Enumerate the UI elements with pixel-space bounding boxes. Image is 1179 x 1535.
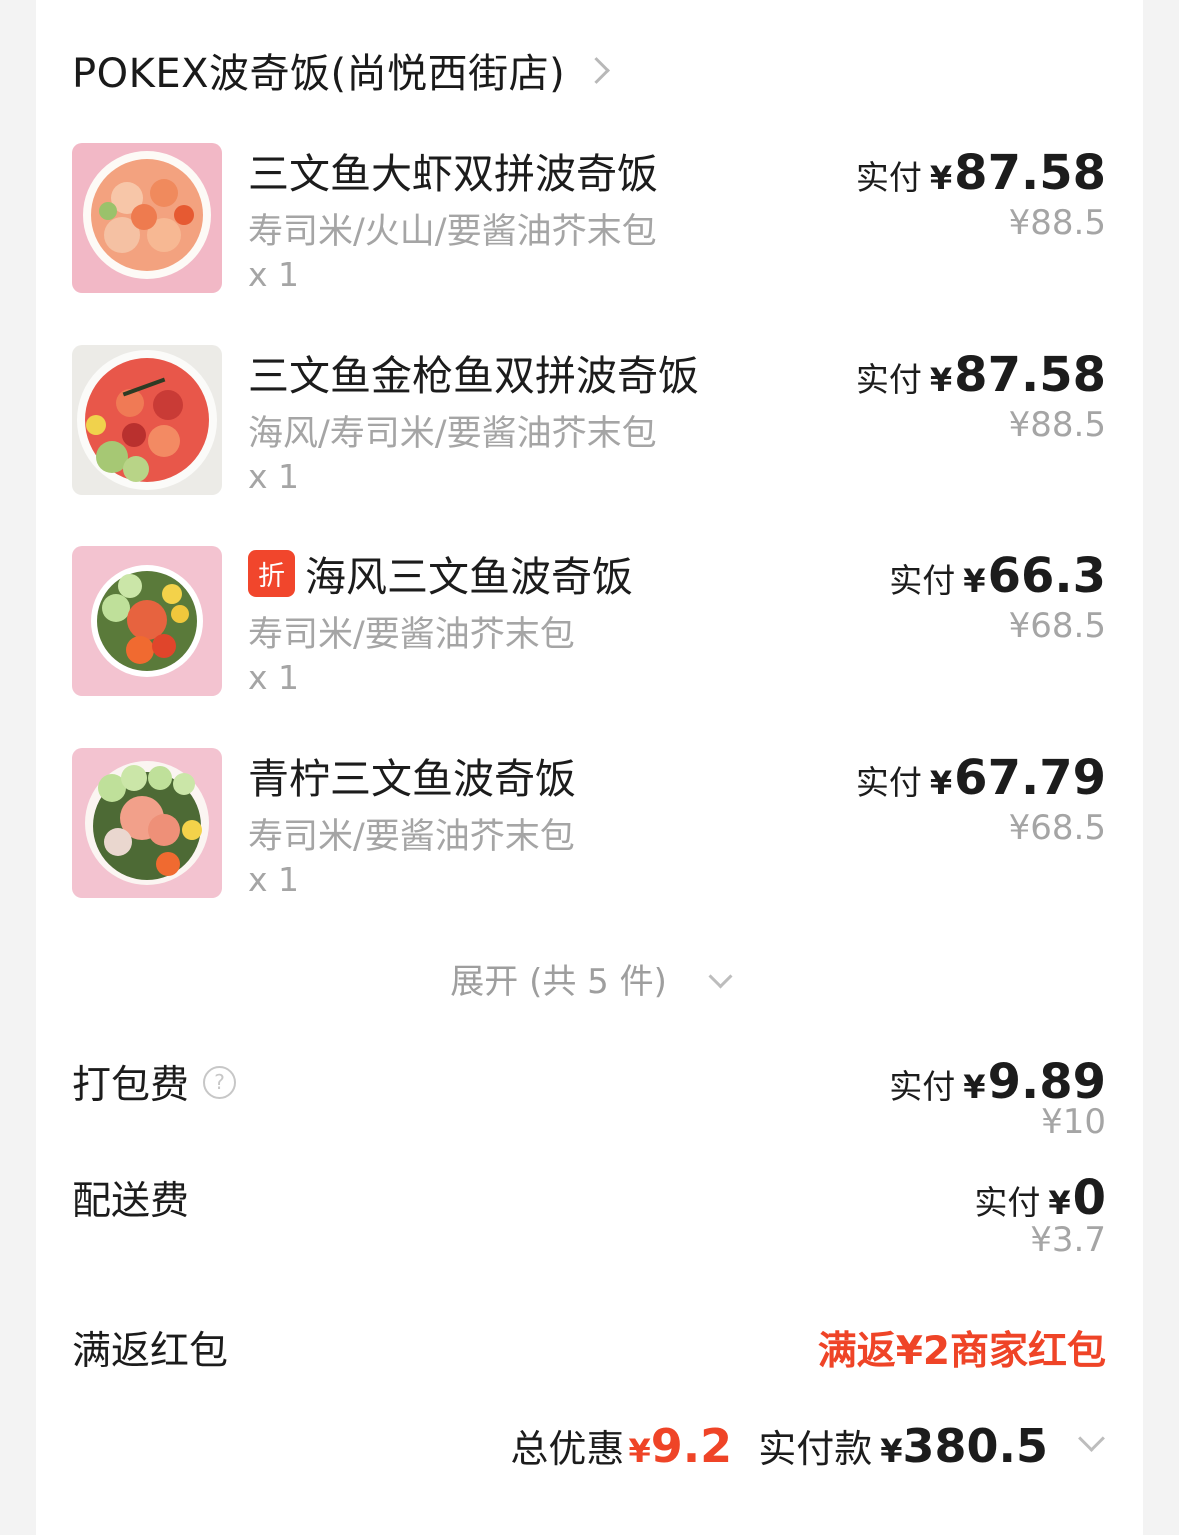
delivery-fee-label: 配送费 <box>72 1179 190 1224</box>
item-name-text: 三文鱼大虾双拼波奇饭 <box>248 150 658 198</box>
packaging-fee-label: 打包费 <box>72 1063 190 1108</box>
item-name-text: 三文鱼金枪鱼双拼波奇饭 <box>248 352 699 400</box>
item-paid: 实付 ¥ 87.58 <box>856 145 1106 201</box>
order-item[interactable]: 三文鱼大虾双拼波奇饭 寿司米/火山/要酱油芥末包 x 1 实付 ¥ 87.58 … <box>72 143 1106 295</box>
food-image <box>72 748 222 898</box>
packaging-fee-title: 打包费 ? <box>72 1054 237 1110</box>
food-image <box>72 546 222 696</box>
order-item[interactable]: 三文鱼金枪鱼双拼波奇饭 海风/寿司米/要酱油芥末包 x 1 实付 ¥ 87.58… <box>72 345 1106 497</box>
item-qty: x 1 <box>248 255 300 294</box>
food-image <box>72 345 222 495</box>
item-paid: 实付 ¥ 67.79 <box>856 750 1106 806</box>
packaging-fee-row: 打包费 ? 实付 ¥ 9.89 ¥10 <box>72 1054 1106 1144</box>
item-name-text: 青柠三文鱼波奇饭 <box>248 755 576 803</box>
rebate-value: 满返¥2商家红包 <box>817 1329 1106 1374</box>
discount-tag: 折 <box>248 549 295 597</box>
paid-label: 实付 <box>889 561 956 600</box>
paid-label: 实付 <box>855 360 922 399</box>
item-qty: x 1 <box>248 457 300 496</box>
help-icon[interactable]: ? <box>203 1065 237 1099</box>
currency-symbol: ¥ <box>929 159 953 197</box>
original-price: ¥88.5 <box>1008 405 1106 445</box>
item-name: 三文鱼金枪鱼双拼波奇饭 <box>248 345 699 400</box>
pay-currency: ¥ <box>880 1432 903 1470</box>
delivery-fee-paid: 实付 ¥ 0 <box>974 1170 1106 1226</box>
discount-amount: 9.2 <box>650 1419 733 1473</box>
item-qty: x 1 <box>248 658 300 697</box>
rebate-row: 满返红包 满返¥2商家红包 <box>72 1320 1106 1376</box>
paid-amount: 87.58 <box>954 145 1106 201</box>
expand-items-button[interactable]: 展开 (共 5 件) <box>0 954 1179 1003</box>
order-item[interactable]: 青柠三文鱼波奇饭 寿司米/要酱油芥末包 x 1 实付 ¥ 67.79 ¥68.5 <box>72 748 1106 900</box>
chevron-right-icon <box>583 56 611 84</box>
item-spec: 寿司米/要酱油芥末包 <box>248 817 575 857</box>
currency-symbol: ¥ <box>963 562 986 600</box>
rebate-title: 满返红包 <box>72 1320 228 1376</box>
order-summary[interactable]: 总优惠 ¥ 9.2 实付款 ¥ 380.5 <box>510 1418 1105 1473</box>
pay-amount: 380.5 <box>902 1419 1048 1473</box>
item-name-text: 海风三文鱼波奇饭 <box>305 553 633 601</box>
currency-symbol: ¥ <box>929 764 953 802</box>
original-price: ¥3.7 <box>1030 1220 1106 1260</box>
paid-label: 实付 <box>889 1067 956 1106</box>
paid-label: 实付 <box>974 1183 1041 1222</box>
paid-amount: 67.79 <box>954 750 1106 806</box>
chevron-down-icon[interactable] <box>1078 1425 1105 1452</box>
rebate-label: 满返红包 <box>72 1329 229 1374</box>
paid-amount: 87.58 <box>954 347 1106 403</box>
paid-label: 实付 <box>855 763 922 802</box>
item-spec: 寿司米/火山/要酱油芥末包 <box>248 212 657 252</box>
chevron-down-icon <box>708 964 733 989</box>
item-paid: 实付 ¥ 87.58 <box>856 347 1106 403</box>
paid-label: 实付 <box>855 158 922 197</box>
original-price: ¥10 <box>1041 1102 1106 1142</box>
original-price: ¥68.5 <box>1008 606 1106 646</box>
shop-header[interactable]: POKEX波奇饭(尚悦西街店) <box>72 41 611 99</box>
item-paid: 实付 ¥ 66.3 <box>889 548 1106 604</box>
item-name: 青柠三文鱼波奇饭 <box>248 748 576 803</box>
original-price: ¥88.5 <box>1008 203 1106 243</box>
currency-symbol: ¥ <box>1048 1184 1071 1222</box>
order-item[interactable]: 折 海风三文鱼波奇饭 寿司米/要酱油芥末包 x 1 实付 ¥ 66.3 ¥68.… <box>72 546 1106 698</box>
delivery-fee-row: 配送费 实付 ¥ 0 ¥3.7 <box>72 1170 1106 1260</box>
shop-name[interactable]: POKEX波奇饭(尚悦西街店) <box>72 41 565 99</box>
paid-amount: 0 <box>1072 1170 1106 1226</box>
pay-label: 实付款 <box>758 1427 873 1471</box>
original-price: ¥68.5 <box>1008 808 1106 848</box>
item-spec: 寿司米/要酱油芥末包 <box>248 615 575 655</box>
delivery-fee-title: 配送费 <box>72 1170 189 1226</box>
currency-symbol: ¥ <box>929 361 953 399</box>
expand-label: 展开 (共 5 件) <box>450 962 667 1002</box>
item-qty: x 1 <box>248 860 300 899</box>
paid-amount: 66.3 <box>987 548 1106 604</box>
currency-symbol: ¥ <box>963 1068 986 1106</box>
food-image <box>72 143 222 293</box>
discount-currency: ¥ <box>628 1432 651 1470</box>
item-name: 三文鱼大虾双拼波奇饭 <box>248 143 658 198</box>
item-name: 折 海风三文鱼波奇饭 <box>248 546 633 601</box>
item-spec: 海风/寿司米/要酱油芥末包 <box>248 414 657 454</box>
discount-label: 总优惠 <box>510 1427 625 1471</box>
